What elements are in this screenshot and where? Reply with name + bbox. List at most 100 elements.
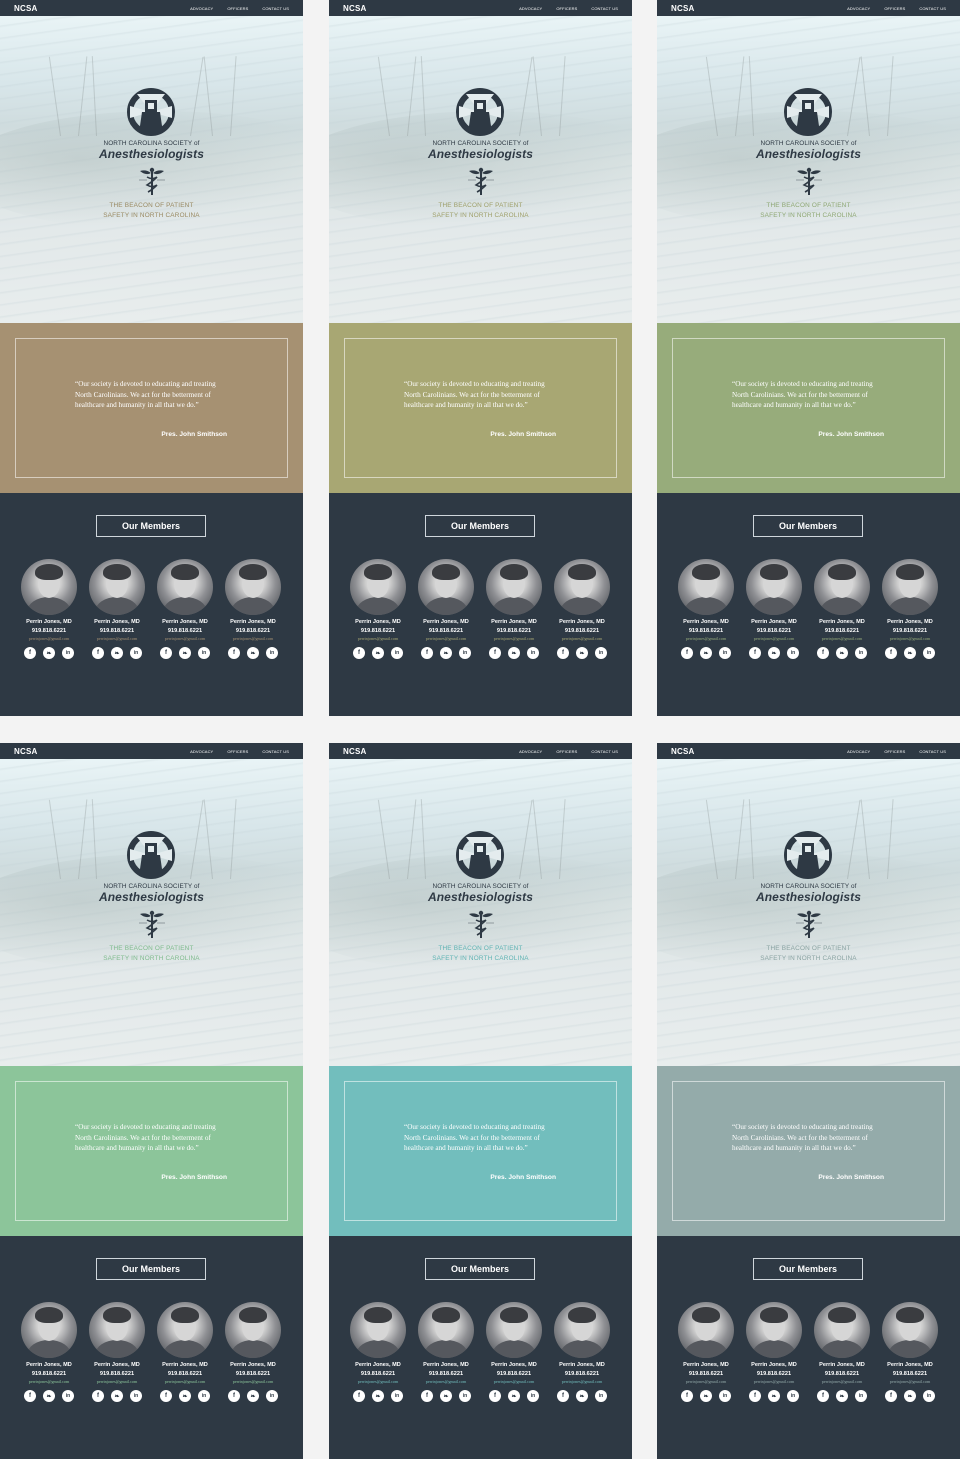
member-avatar[interactable] [814,559,870,615]
member-email[interactable]: perrinjones@gmail.com [155,1379,215,1384]
twitter-icon[interactable]: ❧ [179,647,191,659]
member-avatar[interactable] [882,1302,938,1358]
our-members-button[interactable]: Our Members [753,1258,863,1280]
member-email[interactable]: perrinjones@gmail.com [880,636,940,641]
facebook-icon[interactable]: f [160,1390,172,1402]
brand-logo-text[interactable]: NCSA [343,747,505,756]
twitter-icon[interactable]: ❧ [576,1390,588,1402]
member-avatar[interactable] [746,1302,802,1358]
twitter-icon[interactable]: ❧ [111,1390,123,1402]
member-email[interactable]: perrinjones@gmail.com [19,1379,79,1384]
our-members-button[interactable]: Our Members [425,515,535,537]
linkedin-icon[interactable]: in [130,647,142,659]
linkedin-icon[interactable]: in [459,1390,471,1402]
twitter-icon[interactable]: ❧ [372,1390,384,1402]
twitter-icon[interactable]: ❧ [43,1390,55,1402]
member-email[interactable]: perrinjones@gmail.com [87,636,147,641]
nav-link-advocacy[interactable]: ADVOCACY [519,6,542,11]
nav-link-advocacy[interactable]: ADVOCACY [847,6,870,11]
linkedin-icon[interactable]: in [62,1390,74,1402]
linkedin-icon[interactable]: in [130,1390,142,1402]
facebook-icon[interactable]: f [24,647,36,659]
member-avatar[interactable] [350,1302,406,1358]
linkedin-icon[interactable]: in [391,1390,403,1402]
twitter-icon[interactable]: ❧ [904,647,916,659]
linkedin-icon[interactable]: in [266,647,278,659]
facebook-icon[interactable]: f [228,647,240,659]
facebook-icon[interactable]: f [817,647,829,659]
linkedin-icon[interactable]: in [266,1390,278,1402]
facebook-icon[interactable]: f [681,647,693,659]
member-email[interactable]: perrinjones@gmail.com [348,636,408,641]
facebook-icon[interactable]: f [160,647,172,659]
facebook-icon[interactable]: f [92,1390,104,1402]
facebook-icon[interactable]: f [557,1390,569,1402]
linkedin-icon[interactable]: in [855,647,867,659]
nav-link-contact-us[interactable]: CONTACT US [919,6,946,11]
facebook-icon[interactable]: f [353,1390,365,1402]
twitter-icon[interactable]: ❧ [43,647,55,659]
nav-link-advocacy[interactable]: ADVOCACY [190,6,213,11]
member-email[interactable]: perrinjones@gmail.com [87,1379,147,1384]
member-avatar[interactable] [554,559,610,615]
nav-link-officers[interactable]: OFFICERS [884,6,905,11]
twitter-icon[interactable]: ❧ [836,647,848,659]
member-email[interactable]: perrinjones@gmail.com [676,636,736,641]
linkedin-icon[interactable]: in [198,1390,210,1402]
twitter-icon[interactable]: ❧ [440,1390,452,1402]
brand-logo-text[interactable]: NCSA [343,4,505,13]
twitter-icon[interactable]: ❧ [179,1390,191,1402]
member-avatar[interactable] [678,1302,734,1358]
our-members-button[interactable]: Our Members [425,1258,535,1280]
facebook-icon[interactable]: f [557,647,569,659]
our-members-button[interactable]: Our Members [96,515,206,537]
facebook-icon[interactable]: f [817,1390,829,1402]
member-avatar[interactable] [814,1302,870,1358]
linkedin-icon[interactable]: in [787,647,799,659]
brand-logo-text[interactable]: NCSA [671,747,833,756]
nav-link-contact-us[interactable]: CONTACT US [591,749,618,754]
twitter-icon[interactable]: ❧ [576,647,588,659]
member-email[interactable]: perrinjones@gmail.com [744,636,804,641]
nav-link-contact-us[interactable]: CONTACT US [262,749,289,754]
twitter-icon[interactable]: ❧ [768,647,780,659]
linkedin-icon[interactable]: in [527,1390,539,1402]
twitter-icon[interactable]: ❧ [700,1390,712,1402]
twitter-icon[interactable]: ❧ [111,647,123,659]
member-avatar[interactable] [21,1302,77,1358]
member-avatar[interactable] [882,559,938,615]
brand-logo-text[interactable]: NCSA [671,4,833,13]
nav-link-advocacy[interactable]: ADVOCACY [519,749,542,754]
member-email[interactable]: perrinjones@gmail.com [223,1379,283,1384]
member-email[interactable]: perrinjones@gmail.com [484,636,544,641]
linkedin-icon[interactable]: in [855,1390,867,1402]
twitter-icon[interactable]: ❧ [768,1390,780,1402]
member-email[interactable]: perrinjones@gmail.com [348,1379,408,1384]
member-email[interactable]: perrinjones@gmail.com [676,1379,736,1384]
member-email[interactable]: perrinjones@gmail.com [744,1379,804,1384]
facebook-icon[interactable]: f [681,1390,693,1402]
member-avatar[interactable] [486,1302,542,1358]
linkedin-icon[interactable]: in [198,647,210,659]
linkedin-icon[interactable]: in [719,1390,731,1402]
member-email[interactable]: perrinjones@gmail.com [812,1379,872,1384]
twitter-icon[interactable]: ❧ [700,647,712,659]
member-avatar[interactable] [418,559,474,615]
brand-logo-text[interactable]: NCSA [14,747,176,756]
member-avatar[interactable] [225,559,281,615]
member-avatar[interactable] [418,1302,474,1358]
member-email[interactable]: perrinjones@gmail.com [416,1379,476,1384]
member-email[interactable]: perrinjones@gmail.com [484,1379,544,1384]
nav-link-officers[interactable]: OFFICERS [227,749,248,754]
twitter-icon[interactable]: ❧ [836,1390,848,1402]
facebook-icon[interactable]: f [749,647,761,659]
member-avatar[interactable] [746,559,802,615]
member-avatar[interactable] [678,559,734,615]
linkedin-icon[interactable]: in [391,647,403,659]
member-email[interactable]: perrinjones@gmail.com [416,636,476,641]
member-email[interactable]: perrinjones@gmail.com [812,636,872,641]
facebook-icon[interactable]: f [353,647,365,659]
linkedin-icon[interactable]: in [923,1390,935,1402]
member-avatar[interactable] [21,559,77,615]
facebook-icon[interactable]: f [885,1390,897,1402]
